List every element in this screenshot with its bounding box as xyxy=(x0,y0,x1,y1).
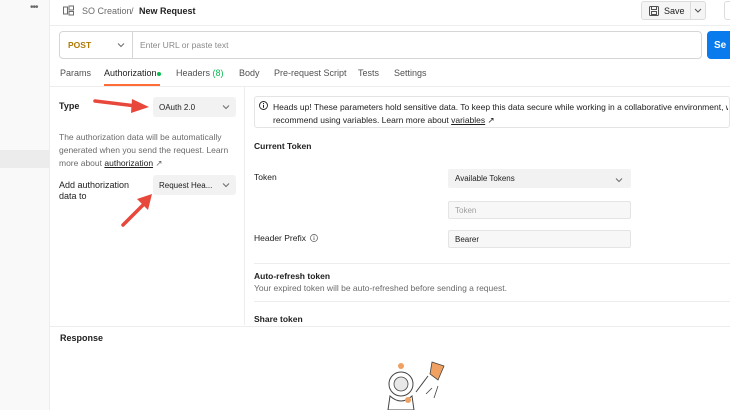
current-token-heading: Current Token xyxy=(254,141,312,151)
chevron-down-icon xyxy=(615,178,623,183)
tab-params[interactable]: Params xyxy=(60,68,91,78)
header-prefix-value: Bearer xyxy=(455,234,480,244)
tab-settings[interactable]: Settings xyxy=(394,68,427,78)
request-name[interactable]: New Request xyxy=(139,6,196,16)
auto-refresh-heading: Auto-refresh token xyxy=(254,271,331,281)
save-icon xyxy=(649,5,659,16)
auth-description: The authorization data will be automatic… xyxy=(59,131,239,170)
variables-link[interactable]: variables xyxy=(451,115,485,125)
annotation-arrow-icon xyxy=(93,99,149,113)
method-select[interactable]: POST xyxy=(60,32,133,58)
tab-body[interactable]: Body xyxy=(239,68,260,78)
sidebar: ••• xyxy=(0,0,50,410)
auto-refresh-description: Your expired token will be auto-refreshe… xyxy=(254,283,507,293)
tab-headers-count: (8) xyxy=(212,68,224,78)
sensitive-data-alert: Heads up! These parameters hold sensitiv… xyxy=(254,96,730,128)
auth-type-select[interactable]: OAuth 2.0 xyxy=(153,97,236,117)
chevron-down-icon[interactable] xyxy=(693,5,703,15)
breadcrumb-collection[interactable]: SO Creation xyxy=(82,6,132,16)
tab-tests[interactable]: Tests xyxy=(358,68,379,78)
available-tokens-select[interactable]: Available Tokens xyxy=(448,169,631,188)
chevron-down-icon xyxy=(222,183,230,188)
method-label: POST xyxy=(68,40,92,50)
authorization-active-dot xyxy=(157,72,161,76)
sidebar-selected-item[interactable] xyxy=(0,150,49,168)
alert-text-line2: recommend using variables. Learn more ab… xyxy=(273,114,730,127)
response-heading: Response xyxy=(60,333,104,343)
astronaut-illustration xyxy=(387,361,445,410)
chevron-down-icon xyxy=(222,105,230,110)
header-prefix-text: Header Prefix xyxy=(254,233,306,243)
tab-headers[interactable]: Headers (8) xyxy=(176,68,224,78)
share-token-heading: Share token xyxy=(254,314,303,324)
annotation-arrow-icon xyxy=(121,194,152,227)
add-auth-label-line2: data to xyxy=(59,191,87,201)
type-label: Type xyxy=(59,101,80,111)
save-button-group: Save xyxy=(641,1,706,20)
auth-type-value: OAuth 2.0 xyxy=(159,102,196,112)
info-icon[interactable] xyxy=(310,234,319,242)
divider xyxy=(690,2,691,19)
authorization-link[interactable]: authorization xyxy=(104,158,153,168)
tab-authorization[interactable]: Authorization xyxy=(104,68,157,78)
collection-icon xyxy=(63,5,74,16)
header-prefix-field[interactable]: Bearer xyxy=(448,230,631,248)
url-input[interactable] xyxy=(140,36,690,54)
more-horizontal-icon[interactable]: ••• xyxy=(30,2,38,13)
alert-text-line2-body: recommend using variables. Learn more ab… xyxy=(273,115,452,125)
secondary-button[interactable] xyxy=(724,1,730,20)
save-button[interactable]: Save xyxy=(642,2,690,19)
header-prefix-label: Header Prefix xyxy=(254,233,319,243)
token-input[interactable] xyxy=(455,205,630,215)
available-tokens-value: Available Tokens xyxy=(455,174,515,183)
external-link-icon: ↗ xyxy=(155,158,163,168)
divider xyxy=(254,301,730,302)
divider xyxy=(254,263,730,264)
chevron-down-icon xyxy=(117,43,125,48)
tab-headers-label: Headers xyxy=(176,68,211,78)
add-auth-to-select[interactable]: Request Hea... xyxy=(153,175,236,195)
token-label: Token xyxy=(254,172,277,182)
save-label: Save xyxy=(664,5,685,16)
add-auth-to-value: Request Hea... xyxy=(159,180,213,190)
info-icon xyxy=(259,101,268,110)
alert-text-line1: Heads up! These parameters hold sensitiv… xyxy=(273,102,728,112)
add-auth-label-line1: Add authorization xyxy=(59,180,130,190)
url-bar: POST xyxy=(59,31,702,59)
tab-pre-request-script[interactable]: Pre-request Script xyxy=(274,68,347,78)
send-button[interactable]: Se xyxy=(707,31,730,59)
breadcrumb-separator: / xyxy=(131,6,134,16)
external-link-icon: ↗ xyxy=(487,115,495,125)
token-field[interactable] xyxy=(448,201,631,219)
